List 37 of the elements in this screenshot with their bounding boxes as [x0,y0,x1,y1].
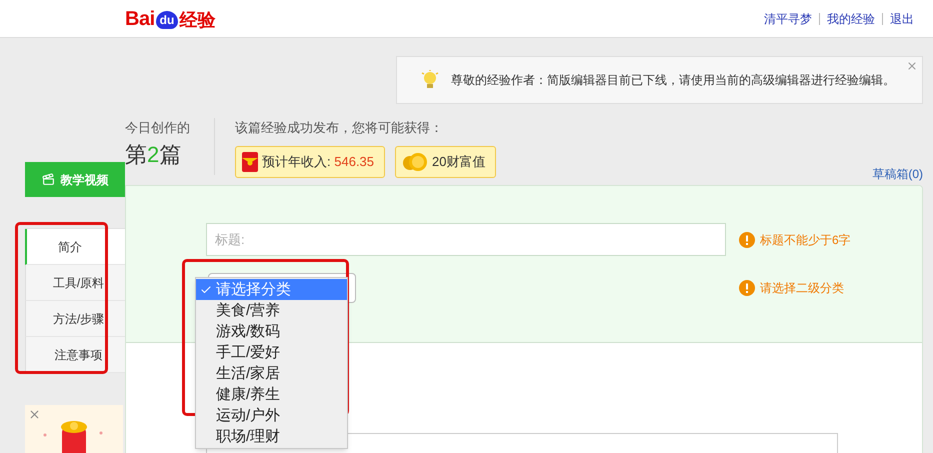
drafts-link[interactable]: 草稿箱(0) [872,164,923,182]
dropdown-option[interactable]: 请选择分类 [196,279,347,300]
dropdown-option[interactable]: 美食/营养 [196,300,347,321]
reward-label: 该篇经验成功发布，您将可能获得： [235,119,444,137]
logo-text: 经验 [179,10,216,28]
header-link[interactable]: 退出 [882,12,921,24]
reward-badge: 预计年收入: 546.35 [235,146,386,178]
today-label: 今日创作的 [125,119,191,137]
title-field[interactable]: 标题: [206,223,726,256]
header-link[interactable]: 清平寻梦 [757,12,819,24]
lightbulb-icon [421,70,439,90]
close-icon[interactable] [906,60,918,72]
warning-text: 标题不能少于6字 [760,232,851,248]
logo-paw: du [156,10,178,28]
dropdown-option[interactable]: 健康/养生 [196,384,347,405]
notice-text: 尊敬的经验作者：简版编辑器目前已下线，请使用当前的高级编辑器进行经验编辑。 [451,72,895,89]
sidebar-nav-item[interactable]: 简介 [25,229,125,265]
sidebar-nav-item[interactable]: 方法/步骤 [25,301,125,337]
dropdown-option[interactable]: 运动/户外 [196,405,347,426]
warning-icon [739,232,755,248]
dropdown-option[interactable]: 生活/家居 [196,363,347,384]
article-count: 第2篇 [125,140,182,168]
envelope-icon [242,152,258,172]
video-icon [42,173,54,186]
dropdown-option[interactable]: 手工/爱好 [196,342,347,363]
reward-badge: 20财富值 [395,146,496,178]
logo-text: Bai [125,8,155,28]
coins-icon [402,152,428,172]
sidebar-nav-item[interactable]: 注意事项 [25,337,125,373]
close-icon[interactable] [28,408,41,421]
warning-text: 请选择二级分类 [760,280,844,297]
header-link[interactable]: 我的经验 [819,12,882,24]
warning-icon [739,280,755,296]
check-icon [200,284,212,296]
sidebar-nav-item[interactable]: 工具/原料 [25,265,125,301]
dropdown-option[interactable]: 职场/理财 [196,426,347,447]
dropdown-option[interactable]: 游戏/数码 [196,321,347,342]
